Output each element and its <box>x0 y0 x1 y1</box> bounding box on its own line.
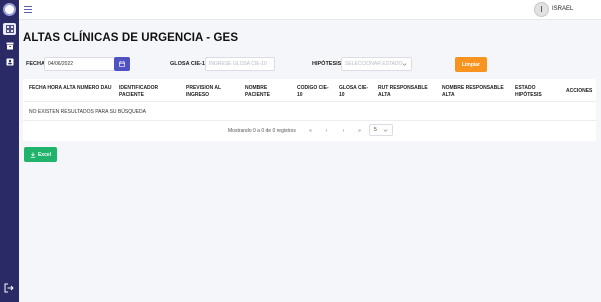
column-header[interactable]: NOMBRE RESPONSABLE ALTA <box>442 85 510 98</box>
column-header[interactable]: NOMBRE PACIENTE <box>245 85 293 98</box>
archive-icon[interactable] <box>3 40 16 52</box>
user-name[interactable]: ISRAEL <box>552 6 573 12</box>
page-size-select[interactable]: 5 <box>369 124 393 136</box>
column-header[interactable]: NUMERO DAU <box>77 85 125 92</box>
excel-button[interactable]: Excel <box>24 147 57 162</box>
column-header[interactable]: CODIGO CIE-10 <box>297 85 333 98</box>
profile-card-icon[interactable] <box>3 56 16 68</box>
glosa-input[interactable]: INGRESE GLOSA CIE-10 <box>205 57 275 71</box>
limpiar-button[interactable]: Limpiar <box>455 57 487 72</box>
column-header[interactable]: IDENTIFICADOR PACIENTE <box>119 85 167 98</box>
topbar: I ISRAEL <box>19 0 601 20</box>
hipotesis-label: HIPÓTESIS: <box>312 61 344 67</box>
sidebar <box>0 0 19 302</box>
column-header[interactable]: ESTADO HIPÓTESIS <box>515 85 555 98</box>
column-header[interactable]: PREVISION AL INGRESO <box>186 85 234 98</box>
pagination-summary: Mostrando 0 a 0 de 0 registros <box>228 128 296 134</box>
fecha-input[interactable]: 04/06/2022 <box>44 57 115 71</box>
column-header: ACCIONES <box>566 88 593 94</box>
calendar-button[interactable] <box>114 57 130 71</box>
dashboard-icon[interactable] <box>3 23 16 35</box>
calendar-icon <box>119 61 125 67</box>
last-page-button[interactable]: » <box>355 126 364 135</box>
page-size-value: 5 <box>374 127 377 133</box>
next-page-button[interactable]: › <box>339 126 348 135</box>
chevron-down-icon <box>402 63 407 66</box>
header-divider <box>23 101 596 102</box>
first-page-button[interactable]: « <box>306 126 315 135</box>
user-avatar[interactable]: I <box>534 2 549 17</box>
excel-button-label: Excel <box>37 151 52 158</box>
chevron-down-icon <box>383 129 388 132</box>
prev-page-button[interactable]: ‹ <box>322 126 331 135</box>
app-logo[interactable] <box>3 3 16 16</box>
empty-message: NO EXISTEN RESULTADOS PARA SU BÚSQUEDA <box>29 109 146 115</box>
column-header[interactable]: FECHA HORA ALTA <box>29 85 77 92</box>
page-title: ALTAS CLÍNICAS DE URGENCIA - GES <box>23 32 239 44</box>
column-header[interactable]: GLOSA CIE-10 <box>339 85 369 98</box>
row-divider <box>23 120 596 121</box>
glosa-label: GLOSA CIE-10: <box>170 61 210 67</box>
download-icon <box>30 151 36 158</box>
column-header[interactable]: RUT RESPONSABLE ALTA <box>378 85 436 98</box>
hipotesis-select[interactable]: SELECCIONAR ESTADO <box>341 57 412 71</box>
logout-icon[interactable] <box>4 283 14 293</box>
menu-toggle-icon[interactable] <box>24 6 32 13</box>
results-table: FECHA HORA ALTA NUMERO DAU IDENTIFICADOR… <box>23 79 596 141</box>
hipotesis-select-value: SELECCIONAR ESTADO <box>345 61 403 67</box>
